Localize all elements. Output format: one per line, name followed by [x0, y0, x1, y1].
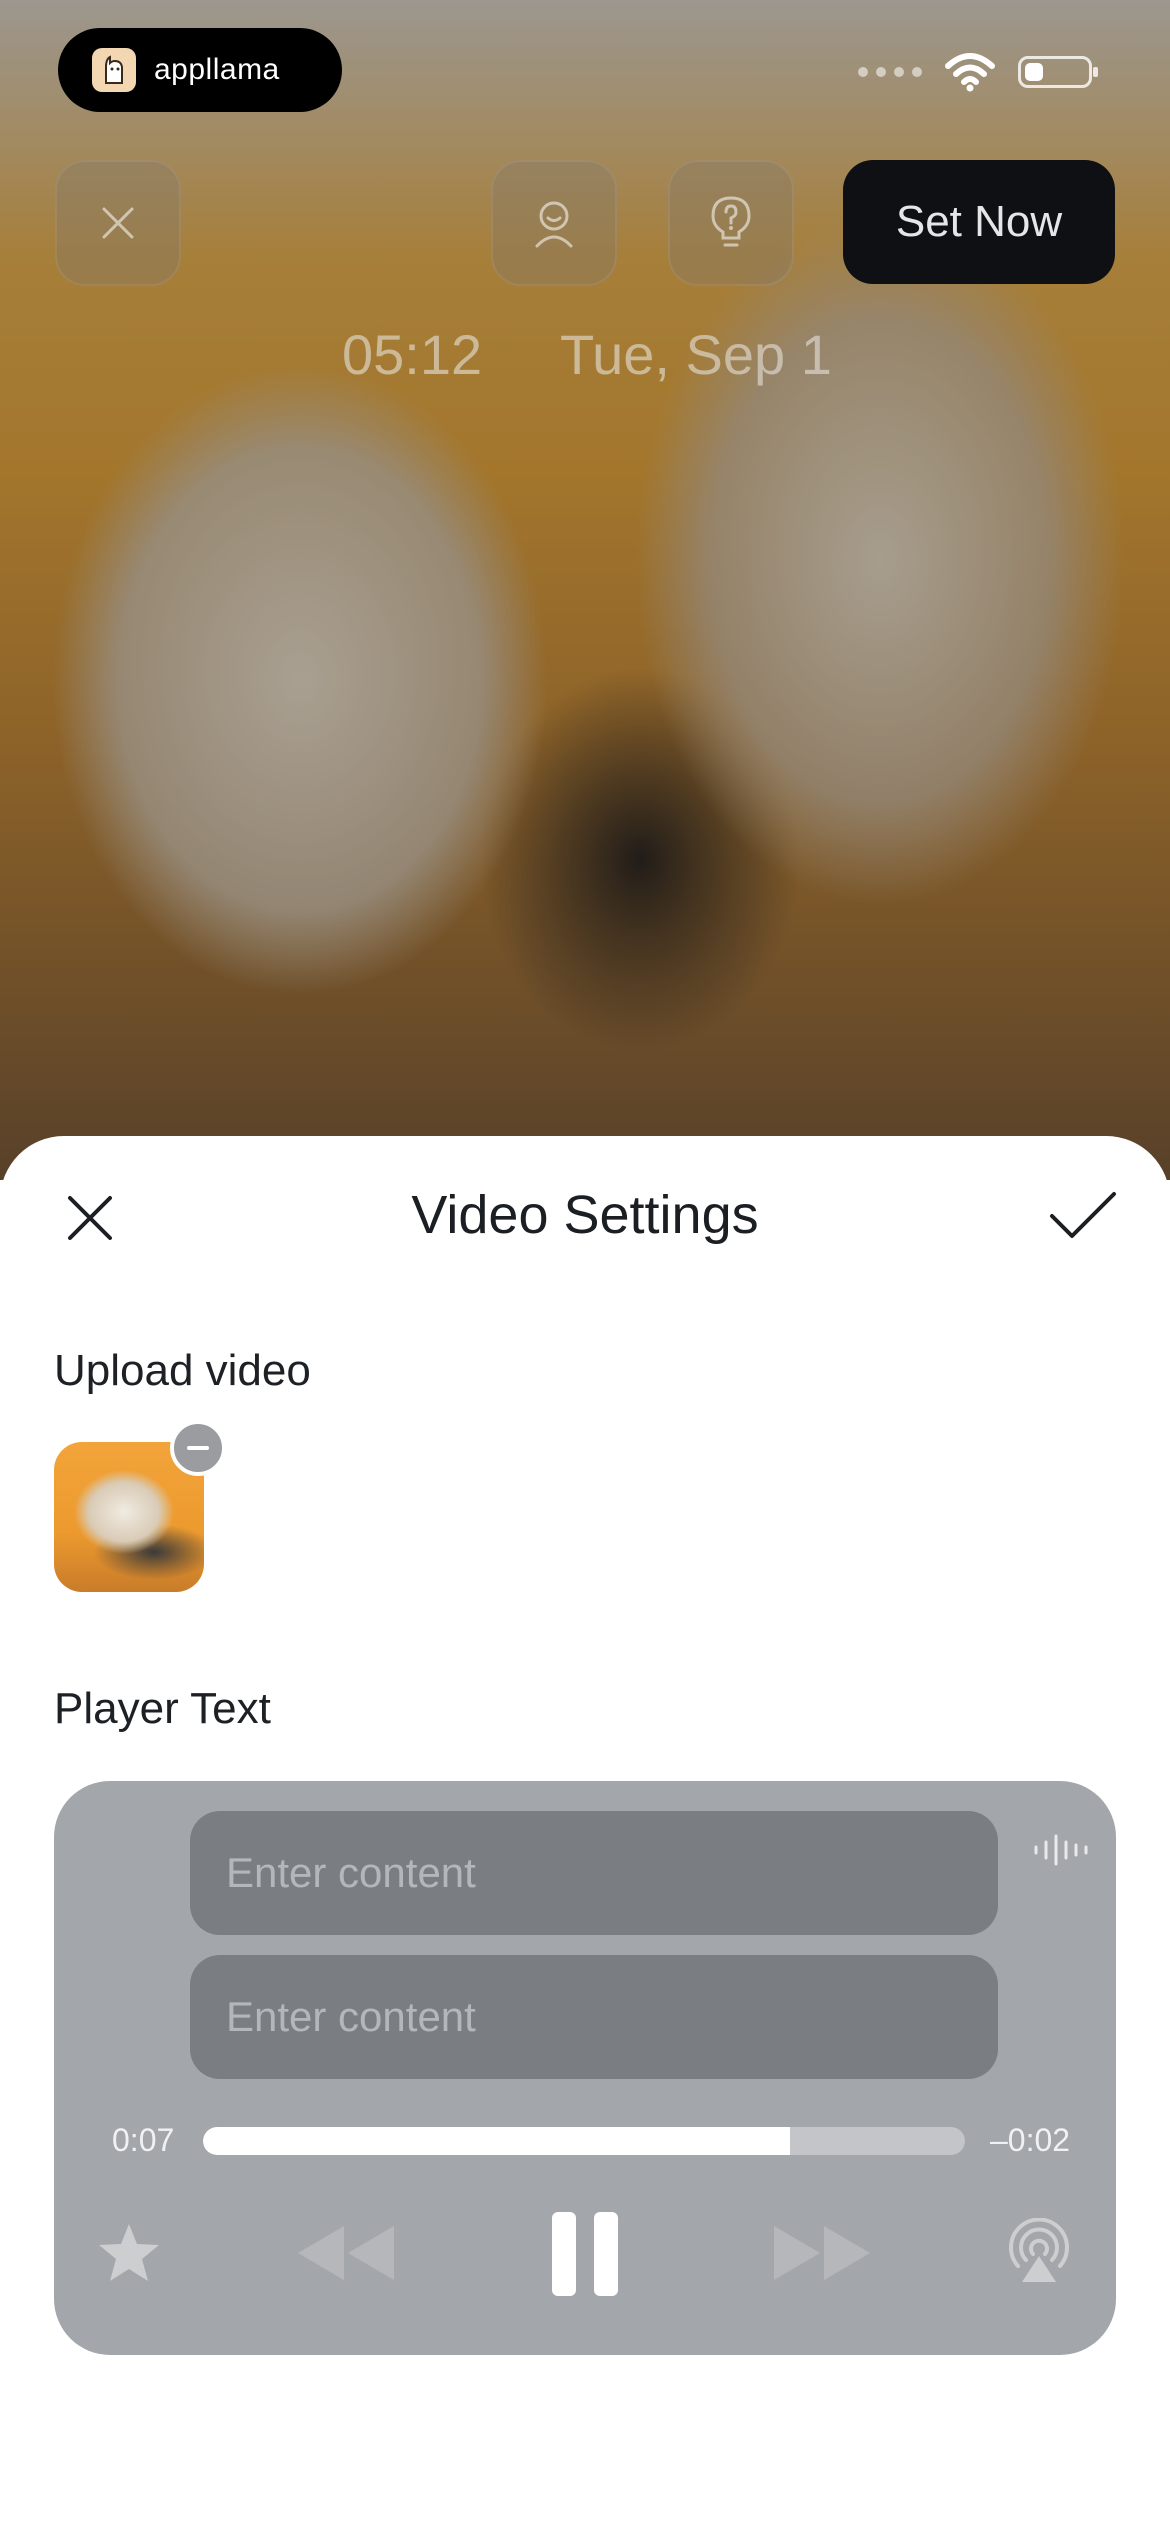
avatar-button[interactable]: [491, 160, 617, 286]
star-icon[interactable]: [96, 2222, 162, 2284]
close-icon: [102, 207, 134, 239]
signal-icon: [858, 67, 922, 77]
brand-name: appllama: [154, 53, 280, 86]
lock-screen-date: Tue, Sep 1: [560, 323, 832, 386]
progress-scrubber[interactable]: [203, 2127, 965, 2155]
progress-played: [203, 2127, 790, 2155]
pause-icon[interactable]: [550, 2210, 620, 2298]
status-icons: [858, 52, 1098, 92]
tips-button[interactable]: [668, 160, 794, 286]
remove-video-button[interactable]: [170, 1420, 226, 1476]
check-icon[interactable]: [1048, 1188, 1118, 1244]
llama-logo-icon: [92, 48, 136, 92]
set-now-button[interactable]: Set Now: [843, 160, 1115, 284]
rewind-icon[interactable]: [296, 2222, 396, 2284]
minus-icon: [187, 1446, 209, 1450]
elapsed-time: 0:07: [112, 2122, 175, 2158]
player-text-field-2[interactable]: [190, 1955, 998, 2079]
battery-icon: [1018, 56, 1098, 88]
lightbulb-icon: [711, 196, 751, 247]
player-text-label: Player Text: [54, 1684, 271, 1733]
avatar-icon: [535, 201, 573, 248]
waveform-icon: [1034, 1834, 1088, 1866]
player-text-field-1[interactable]: [190, 1811, 998, 1935]
fast-forward-icon[interactable]: [772, 2222, 872, 2284]
sheet-title: Video Settings: [411, 1185, 759, 1245]
close-preview-button[interactable]: [55, 160, 181, 286]
remaining-time: –0:02: [990, 2122, 1071, 2158]
lock-screen-time: 05:12: [342, 323, 483, 386]
brand-pill: appllama: [58, 28, 342, 112]
wifi-icon: [945, 53, 995, 92]
airplay-icon[interactable]: [1006, 2218, 1072, 2284]
upload-video-label: Upload video: [54, 1346, 311, 1395]
